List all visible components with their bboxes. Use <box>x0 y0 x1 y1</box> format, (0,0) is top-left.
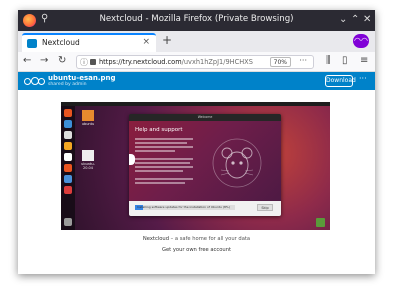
firefox-dock-icon <box>64 109 72 117</box>
desktop-icon-label: ubuntu <box>81 122 95 126</box>
footer-tagline-text: – a safe home for all your data <box>169 236 251 242</box>
paragraph-line <box>135 142 187 144</box>
navigation-toolbar: ← → ↻ ⓘ https://try.nextcloud.com/uvxh1h… <box>18 52 375 72</box>
library-icon[interactable]: ⫼ <box>326 55 331 66</box>
lock-icon[interactable] <box>90 59 96 65</box>
new-tab-button[interactable]: + <box>162 33 172 47</box>
music-dock-icon <box>64 142 72 150</box>
nextcloud-favicon-icon <box>27 39 37 48</box>
image-preview[interactable]: ubuntu ubuntu-20.04 Welcome Help and sup… <box>61 102 330 230</box>
install-progress-bar: Installing software updates for the inst… <box>135 205 235 210</box>
nextcloud-header: ubuntu-esan.png shared by admin Download… <box>18 72 375 90</box>
desktop-icon-label: ubuntu-20.04 <box>81 162 95 170</box>
paragraph-line <box>135 138 193 140</box>
url-bar[interactable]: ⓘ https://try.nextcloud.com/uvxh1hZpJ1/9… <box>76 55 314 69</box>
close-tab-icon[interactable]: × <box>142 37 150 47</box>
dialog-title: Welcome <box>197 115 213 119</box>
page-actions-button[interactable]: ··· <box>299 56 307 65</box>
more-options-button[interactable]: ··· <box>359 74 367 83</box>
download-button[interactable]: Download <box>325 75 356 87</box>
url-text[interactable]: https://try.nextcloud.com/uvxh1hZpJ1/9HC… <box>99 58 253 66</box>
zoom-level-button[interactable]: 70% <box>269 57 291 67</box>
footer-brand-link[interactable]: Nextcloud <box>143 236 169 242</box>
paragraph-line <box>135 146 193 148</box>
software-dock-icon <box>64 164 72 172</box>
maximize-button[interactable]: ⌃ <box>351 13 359 27</box>
mail-dock-icon <box>64 120 72 128</box>
ubuntu-mascot-icon <box>212 138 262 188</box>
skip-button[interactable]: Skip <box>257 204 273 211</box>
dialog-titlebar: Welcome <box>129 114 281 121</box>
url-path: /uvxh1hZpJ1/9HCHXS <box>181 58 253 66</box>
forward-button[interactable]: → <box>40 55 48 66</box>
back-button[interactable]: ← <box>23 55 31 66</box>
sidebar-icon[interactable]: ▯ <box>342 55 348 66</box>
help-dock-icon <box>64 175 72 183</box>
writer-dock-icon <box>64 153 72 161</box>
paragraph-line <box>135 170 183 172</box>
amazon-dock-icon <box>64 186 72 194</box>
title-bar: ⚲ Nextcloud - Mozilla Firefox (Private B… <box>18 10 375 31</box>
nextcloud-logo-icon[interactable] <box>24 76 45 86</box>
tab-label: Nextcloud <box>42 38 80 47</box>
private-browsing-mask-icon: ◠◠ <box>353 34 369 48</box>
footer-tagline: Nextcloud – a safe home for all your dat… <box>18 236 375 242</box>
welcome-dialog: Welcome Help and support Installing soft… <box>129 114 281 216</box>
paragraph-line <box>135 158 193 160</box>
page-content: ubuntu ubuntu-20.04 Welcome Help and sup… <box>18 90 375 274</box>
paragraph-line <box>135 178 193 180</box>
minimize-button[interactable]: ⌄ <box>339 13 347 27</box>
url-domain: https://try.nextcloud.com <box>99 58 182 66</box>
window-title: Nextcloud - Mozilla Firefox (Private Bro… <box>99 14 294 24</box>
site-info-icon[interactable]: ⓘ <box>80 57 88 68</box>
previous-slide-arrow-icon[interactable] <box>129 154 135 165</box>
dialog-footer: Installing software updates for the inst… <box>129 201 281 216</box>
paragraph-line <box>135 162 190 164</box>
paragraph-line <box>135 182 185 184</box>
tab-nextcloud[interactable]: Nextcloud × <box>22 33 156 52</box>
folder-icon <box>82 110 94 121</box>
dialog-body: Help and support <box>129 121 281 201</box>
dialog-heading: Help and support <box>135 127 183 133</box>
close-window-button[interactable]: ✕ <box>363 13 371 27</box>
hamburger-menu-icon[interactable]: ≡ <box>360 55 368 66</box>
reload-button[interactable]: ↻ <box>58 55 66 66</box>
disk-icon <box>82 150 94 161</box>
paragraph-line <box>135 166 193 168</box>
trash-icon <box>316 218 325 227</box>
shared-file-name: ubuntu-esan.png <box>48 74 116 82</box>
tab-strip: Nextcloud × + ◠◠ <box>18 31 375 52</box>
ubuntu-top-bar <box>61 102 330 106</box>
shared-by-text: shared by admin <box>48 82 87 87</box>
show-apps-icon <box>64 218 72 226</box>
paragraph-line <box>135 150 175 152</box>
ubuntu-dock <box>61 106 75 230</box>
progress-text: Installing software updates for the inst… <box>137 205 230 209</box>
browser-window: ⚲ Nextcloud - Mozilla Firefox (Private B… <box>18 10 375 274</box>
get-account-link[interactable]: Get your own free account <box>18 247 375 253</box>
files-dock-icon <box>64 131 72 139</box>
